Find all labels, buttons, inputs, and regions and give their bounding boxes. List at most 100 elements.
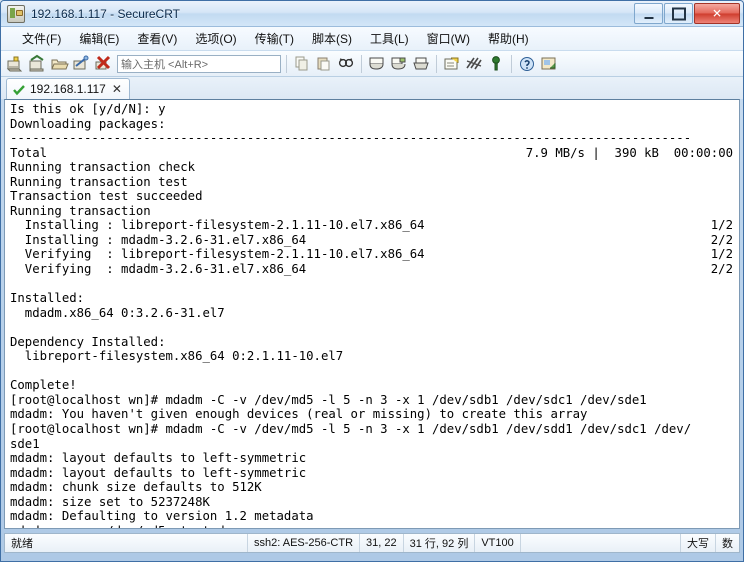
- terminal-line: Downloading packages:: [10, 117, 739, 132]
- help-icon[interactable]: [517, 54, 537, 74]
- menu-view[interactable]: 查看(V): [128, 27, 186, 50]
- terminal-line-text: sde1: [10, 436, 40, 451]
- terminal-line: Running transaction check: [10, 160, 739, 175]
- key-icon[interactable]: [486, 54, 506, 74]
- window-title: 192.168.1.117 - SecureCRT: [31, 6, 180, 21]
- terminal-line-right: 7.9 MB/s | 390 kB 00:00:00: [525, 145, 733, 160]
- tab-192-168-1-117[interactable]: 192.168.1.117 ✕: [6, 78, 130, 99]
- terminal-line-text: Running transaction check: [10, 160, 196, 175]
- terminal-line-right: 2/2: [710, 232, 733, 247]
- terminal-line-text: Running transaction test: [10, 174, 188, 189]
- toolbar-separator: [436, 54, 437, 73]
- close-button[interactable]: ✕: [694, 3, 740, 24]
- toolbar-separator: [286, 54, 287, 73]
- menu-transfer[interactable]: 传输(T): [246, 27, 303, 50]
- status-spacer: [521, 534, 681, 552]
- status-caps-lock: 大写: [681, 534, 716, 552]
- terminal-line: Transaction test succeeded: [10, 189, 739, 204]
- securecrt-icon: [7, 4, 25, 23]
- menu-file[interactable]: 文件(F): [13, 27, 70, 50]
- terminal-line-right: 1/2: [710, 247, 733, 262]
- menu-tools[interactable]: 工具(L): [361, 27, 418, 50]
- terminal-line-text: Verifying : libreport-filesystem-2.1.11-…: [10, 247, 425, 262]
- toolbar-separator: [511, 54, 512, 73]
- log-session-icon[interactable]: [442, 54, 462, 74]
- new-session-icon[interactable]: [5, 54, 25, 74]
- tab-label: 192.168.1.117: [30, 82, 106, 96]
- terminal-line: Is this ok [y/d/N]: y: [10, 102, 739, 117]
- terminal-line: Total 7.9 MB/s | 390 kB 00:00:00: [10, 146, 739, 161]
- menu-edit[interactable]: 编辑(E): [70, 27, 128, 50]
- terminal-line-text: Downloading packages:: [10, 116, 166, 131]
- menu-window[interactable]: 窗口(W): [418, 27, 479, 50]
- terminal-line-text: mdadm: layout defaults to left-symmetric: [10, 465, 307, 480]
- disconnect-icon[interactable]: [93, 54, 113, 74]
- connect-sftp-icon[interactable]: [71, 54, 91, 74]
- status-num-lock: 数: [722, 538, 733, 550]
- transfer-window-icon[interactable]: [539, 54, 559, 74]
- terminal-line-text: Complete!: [10, 378, 77, 393]
- terminal-line: [root@localhost wn]# mdadm -C -v /dev/md…: [10, 422, 739, 437]
- terminal-line-text: Transaction test succeeded: [10, 189, 203, 204]
- status-cursor-position: 31, 22: [360, 534, 404, 552]
- terminal-line: mdadm.x86_64 0:3.2.6-31.el7: [10, 306, 739, 321]
- status-cipher: ssh2: AES-256-CTR: [248, 534, 361, 552]
- window-controls: ✕: [634, 3, 740, 24]
- terminal-line-right: 2/2: [710, 262, 733, 277]
- host-input[interactable]: 输入主机 <Alt+R>: [117, 54, 281, 73]
- printer-icon[interactable]: [411, 54, 431, 74]
- status-dimensions: 31 行, 92 列: [404, 534, 476, 552]
- terminal-line-text: Installing : libreport-filesystem-2.1.11…: [10, 218, 425, 233]
- terminal-line: ----------------------------------------…: [10, 131, 739, 146]
- securecrt-window: 192.168.1.117 - SecureCRT ✕ 文件(F) 编辑(E) …: [0, 0, 744, 562]
- terminal-output[interactable]: Is this ok [y/d/N]: y Downloading package…: [5, 100, 739, 528]
- toolbar-separator: [361, 54, 362, 73]
- terminal-line: libreport-filesystem.x86_64 0:2.1.11-10.…: [10, 349, 739, 364]
- find-icon[interactable]: [336, 54, 356, 74]
- paste-icon[interactable]: [314, 54, 334, 74]
- terminal-line: mdadm: layout defaults to left-symmetric: [10, 466, 739, 481]
- close-icon[interactable]: ✕: [111, 83, 123, 95]
- terminal-line-text: Running transaction: [10, 203, 151, 218]
- terminal-line: Running transaction test: [10, 175, 739, 190]
- terminal-line-text: mdadm: You haven't given enough devices …: [10, 407, 588, 422]
- print-icon[interactable]: [367, 54, 387, 74]
- menu-script[interactable]: 脚本(S): [303, 27, 361, 50]
- terminal-line: Installed:: [10, 291, 739, 306]
- terminal-line-text: mdadm: layout defaults to left-symmetric: [10, 451, 307, 466]
- maximize-button[interactable]: [664, 3, 693, 24]
- terminal-line-text: Dependency Installed:: [10, 334, 166, 349]
- terminal-line: Running transaction: [10, 204, 739, 219]
- terminal-line-text: ----------------------------------------…: [10, 131, 692, 146]
- tab-bar: 192.168.1.117 ✕: [1, 77, 743, 99]
- title-bar: 192.168.1.117 - SecureCRT ✕: [1, 1, 743, 27]
- menu-options[interactable]: 选项(O): [186, 27, 245, 50]
- clone-session-icon[interactable]: [27, 54, 47, 74]
- menu-bar: 文件(F) 编辑(E) 查看(V) 选项(O) 传输(T) 脚本(S) 工具(L…: [1, 27, 743, 51]
- terminal-line: mdadm: Defaulting to version 1.2 metadat…: [10, 509, 739, 524]
- connected-check-icon: [13, 83, 25, 96]
- status-bar: 就绪 ssh2: AES-256-CTR 31, 22 31 行, 92 列 V…: [4, 533, 740, 553]
- menu-help[interactable]: 帮助(H): [479, 27, 538, 50]
- terminal-line-text: Installing : mdadm-3.2.6-31.el7.x86_64: [10, 232, 307, 247]
- terminal-line-text: mdadm: Defaulting to version 1.2 metadat…: [10, 509, 314, 524]
- copy-icon[interactable]: [292, 54, 312, 74]
- session-options-icon[interactable]: [464, 54, 484, 74]
- terminal-line: mdadm: chunk size defaults to 512K: [10, 480, 739, 495]
- status-ready: 就绪: [5, 534, 248, 552]
- terminal-line: Verifying : libreport-filesystem-2.1.11-…: [10, 247, 739, 262]
- print-selection-icon[interactable]: [389, 54, 409, 74]
- terminal-line-text: mdadm: chunk size defaults to 512K: [10, 480, 262, 495]
- terminal-line-text: libreport-filesystem.x86_64 0:2.1.11-10.…: [10, 349, 344, 364]
- terminal-line: Verifying : mdadm-3.2.6-31.el7.x86_64 2/2: [10, 262, 739, 277]
- terminal-line: Dependency Installed:: [10, 335, 739, 350]
- minimize-button[interactable]: [634, 3, 663, 24]
- terminal-line-text: mdadm: size set to 5237248K: [10, 494, 210, 509]
- terminal-panel[interactable]: Is this ok [y/d/N]: y Downloading package…: [4, 99, 740, 529]
- terminal-line: mdadm: array /dev/md5 started.: [10, 524, 739, 528]
- open-folder-icon[interactable]: [49, 54, 69, 74]
- host-placeholder: 输入主机 <Alt+R>: [121, 58, 209, 71]
- terminal-line: mdadm: size set to 5237248K: [10, 495, 739, 510]
